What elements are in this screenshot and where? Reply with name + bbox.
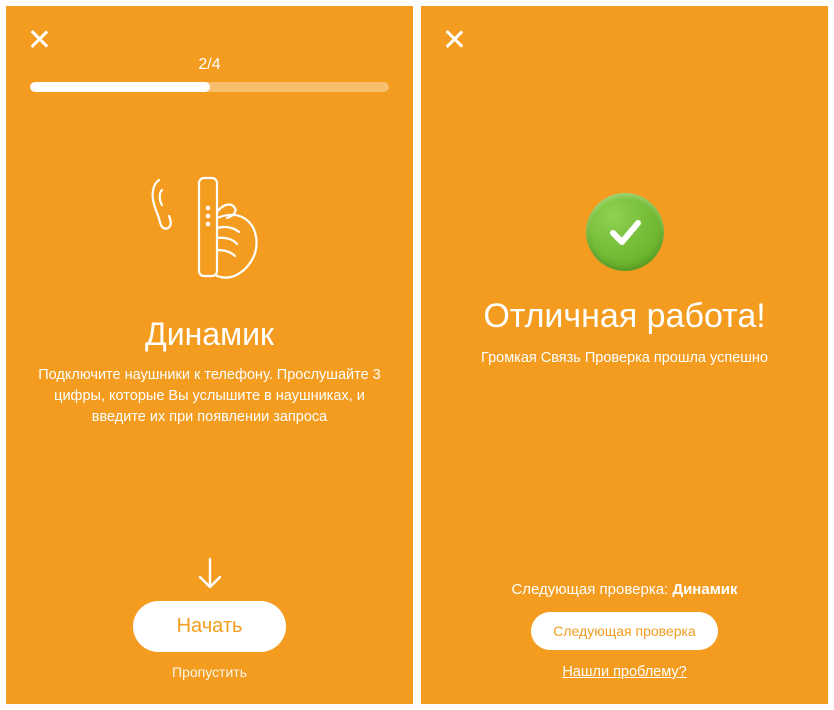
next-prefix: Следующая проверка: (511, 581, 672, 598)
success-content: Отличная работа! Громкая Связь Проверка … (445, 193, 804, 369)
test-intro-screen: 2/4 Динамик Подклю (6, 6, 413, 704)
next-test-button[interactable]: Следующая проверка (531, 612, 717, 650)
next-test-label: Следующая проверка: Динамик (511, 581, 737, 598)
hand-phone-ear-icon (145, 172, 275, 292)
progress-bar (30, 82, 389, 92)
phone-to-ear-illustration (30, 172, 389, 292)
close-icon[interactable] (443, 28, 465, 50)
next-test-name: Динамик (672, 581, 737, 598)
progress-fill (30, 82, 210, 92)
success-title: Отличная работа! (445, 297, 804, 336)
bottom-actions: Следующая проверка: Динамик Следующая пр… (421, 581, 828, 680)
arrow-down-icon (196, 557, 224, 591)
found-problem-link[interactable]: Нашли проблему? (562, 664, 686, 680)
bottom-actions: Начать Пропустить (6, 557, 413, 680)
skip-link[interactable]: Пропустить (172, 664, 247, 680)
test-success-screen: Отличная работа! Громкая Связь Проверка … (421, 6, 828, 704)
close-icon[interactable] (28, 28, 50, 50)
start-button[interactable]: Начать (133, 601, 287, 652)
success-description: Громкая Связь Проверка прошла успешно (445, 348, 804, 369)
screen-description: Подключите наушники к телефону. Прослуша… (30, 365, 389, 428)
success-check-badge (586, 193, 664, 271)
progress-text: 2/4 (30, 56, 389, 74)
screen-title: Динамик (30, 316, 389, 353)
check-icon (603, 210, 647, 254)
